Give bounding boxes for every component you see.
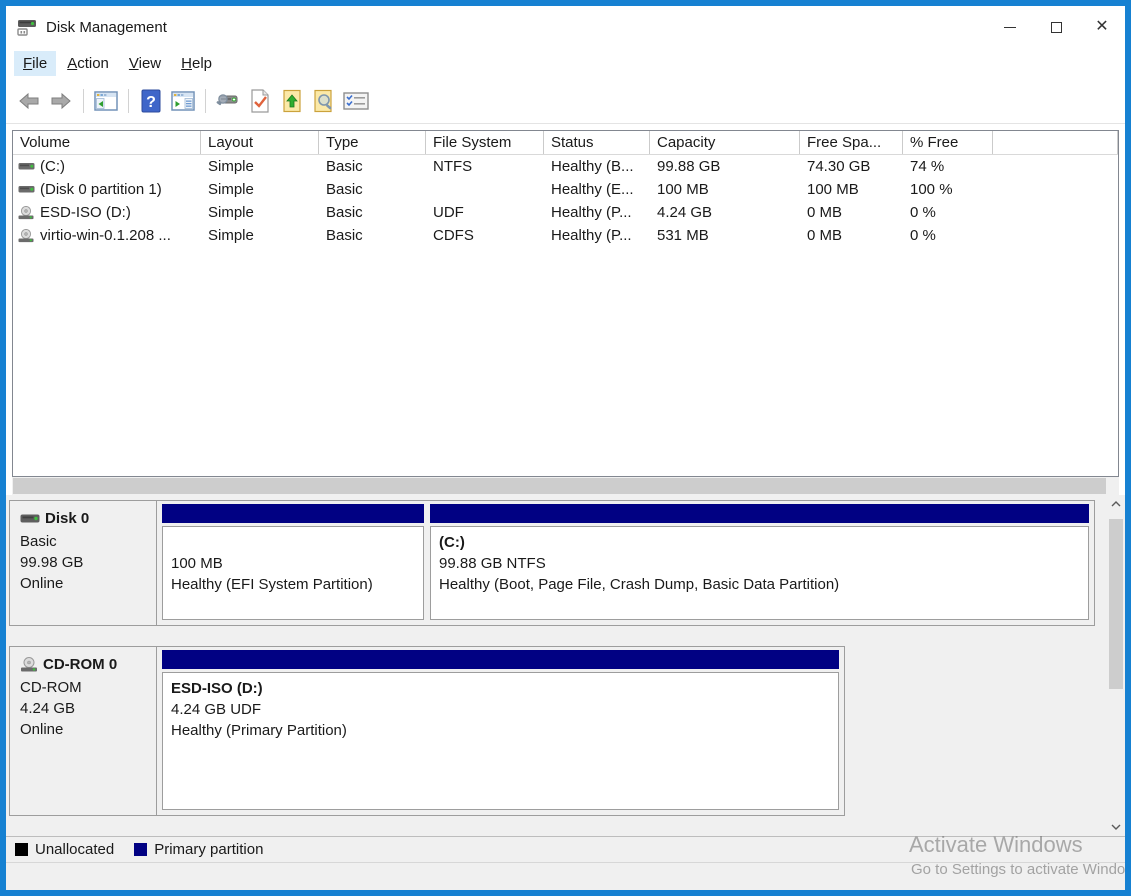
legend-primary-partition: Primary partition — [134, 841, 263, 858]
cdrom0-size: 4.24 GB — [20, 698, 152, 719]
horizontal-scrollbar[interactable] — [12, 477, 1119, 495]
cdrom0-kind: CD-ROM — [20, 677, 152, 698]
menu-bar: File Action View Help — [6, 48, 1125, 78]
cdrom0-row: CD-ROM 0 CD-ROM 4.24 GB Online ESD-ISO (… — [9, 646, 1125, 816]
scroll-down-icon[interactable] — [1111, 818, 1121, 836]
back-icon — [17, 92, 41, 110]
menu-file[interactable]: File — [14, 51, 56, 76]
toolbar-separator — [205, 89, 206, 113]
disk0-state: Online — [20, 573, 152, 594]
properties-list-icon — [343, 91, 369, 111]
disk0-kind: Basic — [20, 531, 152, 552]
disk0-partitions: 100 MB Healthy (EFI System Partition) (C… — [157, 500, 1095, 626]
action-pane-icon — [171, 91, 195, 111]
minimize-button[interactable] — [987, 9, 1033, 45]
back-button[interactable] — [14, 86, 44, 116]
column-header-filler — [993, 131, 1118, 154]
partition-efi[interactable]: 100 MB Healthy (EFI System Partition) — [159, 503, 427, 623]
title-bar: Disk Management ✕ — [6, 6, 1125, 48]
help-button[interactable]: ? — [136, 86, 166, 116]
close-button[interactable]: ✕ — [1079, 9, 1125, 45]
primary-partition-swatch — [134, 843, 147, 856]
column-header-file-system[interactable]: File System — [426, 131, 544, 154]
graphical-view-pane: Disk 0 Basic 99.98 GB Online 100 MB Heal… — [6, 495, 1125, 836]
volume-row-c[interactable]: (C:) Simple Basic NTFS Healthy (B... 99.… — [13, 155, 1118, 178]
show-console-tree-button[interactable] — [91, 86, 121, 116]
show-action-pane-button[interactable] — [168, 86, 198, 116]
help-icon: ? — [140, 89, 162, 113]
disk-management-window: Disk Management ✕ File Action View Help — [0, 0, 1131, 896]
legend-bar: Unallocated Primary partition — [6, 836, 1125, 862]
disk-management-app-icon — [15, 17, 39, 37]
partition-esd-iso[interactable]: ESD-ISO (D:) 4.24 GB UDF Healthy (Primar… — [159, 649, 842, 813]
partition-c-status: Healthy (Boot, Page File, Crash Dump, Ba… — [439, 574, 1080, 595]
disk0-label-panel[interactable]: Disk 0 Basic 99.98 GB Online — [9, 500, 157, 626]
legend-unallocated: Unallocated — [15, 841, 114, 858]
horizontal-scrollbar-thumb[interactable] — [13, 478, 1106, 494]
console-tree-icon — [94, 91, 118, 111]
partition-c[interactable]: (C:) 99.88 GB NTFS Healthy (Boot, Page F… — [427, 503, 1092, 623]
disk-drive-icon — [20, 513, 40, 525]
rescan-disks-button[interactable] — [213, 86, 243, 116]
window-title: Disk Management — [46, 19, 167, 36]
cdrom0-state: Online — [20, 719, 152, 740]
column-header-volume[interactable]: Volume — [13, 131, 201, 154]
partition-esd-iso-status: Healthy (Primary Partition) — [171, 720, 830, 741]
column-header-pct-free[interactable]: % Free — [903, 131, 993, 154]
maximize-icon — [1051, 22, 1062, 33]
cdrom0-label-panel[interactable]: CD-ROM 0 CD-ROM 4.24 GB Online — [9, 646, 157, 816]
partition-efi-color-bar — [162, 504, 424, 523]
menu-action[interactable]: Action — [58, 51, 118, 76]
volume-row-disk0-partition1[interactable]: (Disk 0 partition 1) Simple Basic Health… — [13, 178, 1118, 201]
toolbar: ? — [6, 78, 1125, 124]
unallocated-swatch — [15, 843, 28, 856]
volume-list: Volume Layout Type File System Status Ca… — [12, 130, 1119, 477]
forward-icon — [49, 92, 73, 110]
menu-view[interactable]: View — [120, 51, 170, 76]
folder-up-icon — [282, 89, 302, 113]
disk0-size: 99.98 GB — [20, 552, 152, 573]
partition-c-color-bar — [430, 504, 1089, 523]
folder-search-icon — [313, 89, 335, 113]
toolbar-separator — [83, 89, 84, 113]
folder-search-button[interactable] — [309, 86, 339, 116]
partition-esd-iso-color-bar — [162, 650, 839, 669]
properties-list-button[interactable] — [341, 86, 371, 116]
disk-volume-icon — [18, 184, 35, 196]
cd-volume-icon — [18, 206, 35, 220]
column-header-capacity[interactable]: Capacity — [650, 131, 800, 154]
column-header-layout[interactable]: Layout — [201, 131, 319, 154]
minimize-icon — [1004, 27, 1016, 28]
partition-c-size: 99.88 GB NTFS — [439, 553, 1080, 574]
folder-up-button[interactable] — [277, 86, 307, 116]
column-header-free-space[interactable]: Free Spa... — [800, 131, 903, 154]
column-header-status[interactable]: Status — [544, 131, 650, 154]
check-task-icon — [250, 89, 270, 113]
rescan-disks-icon — [215, 91, 241, 111]
cd-volume-icon — [18, 229, 35, 243]
partition-esd-iso-size: 4.24 GB UDF — [171, 699, 830, 720]
volume-list-header: Volume Layout Type File System Status Ca… — [13, 131, 1118, 155]
svg-text:?: ? — [146, 94, 156, 111]
disk-volume-icon — [18, 161, 35, 173]
forward-button[interactable] — [46, 86, 76, 116]
column-header-type[interactable]: Type — [319, 131, 426, 154]
check-task-button[interactable] — [245, 86, 275, 116]
close-icon: ✕ — [1095, 19, 1108, 35]
cd-drive-icon — [20, 657, 38, 673]
toolbar-separator — [128, 89, 129, 113]
vertical-scrollbar[interactable] — [1107, 495, 1125, 836]
partition-efi-size: 100 MB — [171, 553, 415, 574]
scroll-up-icon[interactable] — [1111, 495, 1121, 513]
volume-row-virtio-win[interactable]: virtio-win-0.1.208 ... Simple Basic CDFS… — [13, 224, 1118, 247]
menu-help[interactable]: Help — [172, 51, 221, 76]
vertical-scrollbar-thumb[interactable] — [1109, 519, 1123, 689]
volume-row-esd-iso[interactable]: ESD-ISO (D:) Simple Basic UDF Healthy (P… — [13, 201, 1118, 224]
disk0-row: Disk 0 Basic 99.98 GB Online 100 MB Heal… — [9, 500, 1095, 626]
maximize-button[interactable] — [1033, 9, 1079, 45]
cdrom0-partitions: ESD-ISO (D:) 4.24 GB UDF Healthy (Primar… — [157, 646, 845, 816]
partition-efi-status: Healthy (EFI System Partition) — [171, 574, 415, 595]
status-bar — [6, 862, 1125, 896]
